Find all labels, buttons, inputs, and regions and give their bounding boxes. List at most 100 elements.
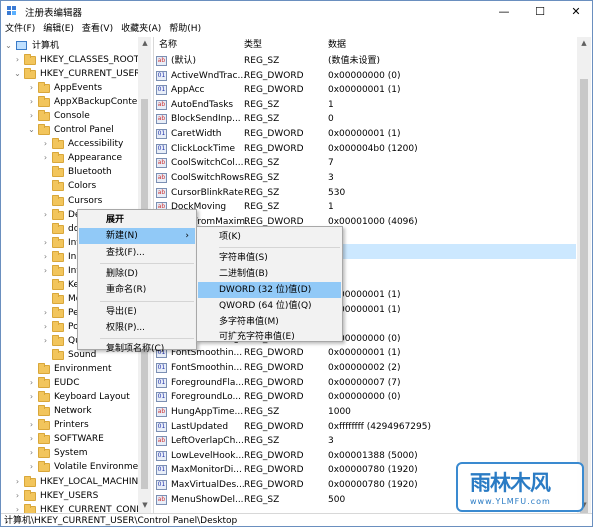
value-row[interactable]: ab CursorBlinkRate REG_SZ 530 <box>156 186 576 201</box>
value-row[interactable]: ab AutoEndTasks REG_SZ 1 <box>156 98 576 113</box>
folder-icon <box>38 124 50 136</box>
expand-icon[interactable]: › <box>41 137 50 151</box>
expand-icon[interactable]: › <box>27 376 36 390</box>
menu-item[interactable]: DWORD (32 位)值(D) <box>198 281 341 298</box>
collapse-icon[interactable]: ⌄ <box>4 39 13 53</box>
expand-icon[interactable]: › <box>27 109 36 123</box>
value-name: CoolSwitchRows <box>171 172 244 183</box>
expand-icon[interactable] <box>41 292 50 306</box>
expand-icon[interactable]: › <box>41 236 50 250</box>
expand-icon[interactable] <box>27 404 36 418</box>
menu-item[interactable]: 查找(F)... <box>79 245 195 261</box>
value-row[interactable]: 01 ActiveWndTrac... REG_DWORD 0x00000000 (0… <box>156 69 576 84</box>
menu-item[interactable]: 权限(P)... <box>79 320 195 336</box>
list-scroll-thumb[interactable] <box>580 79 588 519</box>
expand-icon[interactable]: › <box>13 475 22 489</box>
list-scrollbar[interactable]: ▲ ▼ <box>577 37 591 519</box>
value-row[interactable]: ab CoolSwitchRows REG_SZ 3 <box>156 171 576 186</box>
expand-icon[interactable]: › <box>41 334 50 348</box>
menu-item[interactable]: 新建(N) › <box>79 228 195 245</box>
value-data: 530 <box>328 187 346 198</box>
menu-item[interactable]: QWORD (64 位)值(Q) <box>198 298 341 314</box>
folder-icon <box>52 292 64 304</box>
expand-icon[interactable]: › <box>13 53 22 67</box>
column-header-type[interactable]: 类型 <box>244 37 262 54</box>
scroll-up-arrow-icon[interactable]: ▲ <box>577 39 591 47</box>
value-row[interactable]: 01 ForegroundFla... REG_DWORD 0x00000007 (7… <box>156 376 576 391</box>
folder-icon <box>52 306 64 318</box>
close-button[interactable]: ✕ <box>558 1 592 22</box>
value-row[interactable]: ab DockMoving REG_SZ 1 <box>156 200 576 215</box>
expand-icon[interactable]: › <box>27 95 36 109</box>
expand-icon[interactable] <box>27 362 36 376</box>
value-row[interactable]: ab CoolSwitchCol... REG_SZ 7 <box>156 156 576 171</box>
value-type: REG_DWORD <box>244 129 304 140</box>
value-row[interactable]: ab LeftOverlapCh... REG_SZ 3 <box>156 434 576 449</box>
expand-icon[interactable]: › <box>41 306 50 320</box>
menu-item[interactable]: 重命名(R) <box>79 282 195 298</box>
value-row[interactable]: ab (默认) REG_SZ (数值未设置) <box>156 54 576 69</box>
expand-icon[interactable]: › <box>27 446 36 460</box>
expand-icon[interactable]: › <box>27 418 36 432</box>
expand-icon[interactable] <box>41 194 50 208</box>
menu-item[interactable]: 二进制值(B) <box>198 266 341 282</box>
menu-item[interactable]: 可扩充字符串值(E) <box>198 329 341 345</box>
expand-icon[interactable]: › <box>27 81 36 95</box>
collapse-icon[interactable]: ⌄ <box>27 123 36 137</box>
scroll-down-arrow-icon[interactable]: ▼ <box>138 501 152 509</box>
value-name: LowLevelHook... <box>171 450 245 461</box>
menu-item[interactable]: 字符串值(S) <box>198 250 341 266</box>
tree-context-menu: 展开 新建(N) › 查找(F)... 删除(D) 重命名(R) 导出(E) 权限(P)...… <box>77 209 197 354</box>
value-row[interactable]: 01 FontSmoothin... REG_DWORD 0x00000002 (2) <box>156 361 576 376</box>
minimize-button[interactable]: — <box>486 1 522 22</box>
value-row[interactable]: ab HungAppTime... REG_SZ 1000 <box>156 405 576 420</box>
menu-item[interactable]: 展开 <box>79 212 195 228</box>
expand-icon[interactable]: › <box>41 320 50 334</box>
value-name: LastUpdated <box>171 421 229 432</box>
menu-edit[interactable]: 编辑(E) <box>39 22 78 36</box>
value-row[interactable]: 01 CaretWidth REG_DWORD 0x00000001 (1) <box>156 127 576 142</box>
expand-icon[interactable] <box>41 165 50 179</box>
maximize-button[interactable]: ☐ <box>522 1 558 22</box>
menu-item[interactable]: 项(K) <box>198 229 341 245</box>
expand-icon[interactable]: › <box>41 208 50 222</box>
value-row[interactable]: 01 ClickLockTime REG_DWORD 0x000004b0 (1200… <box>156 142 576 157</box>
expand-icon[interactable] <box>41 179 50 193</box>
expand-icon[interactable] <box>41 222 50 236</box>
value-data: (数值未设置) <box>328 56 381 66</box>
value-name: HungAppTime... <box>171 406 244 417</box>
column-header-data[interactable]: 数据 <box>328 37 346 54</box>
menu-help[interactable]: 帮助(H) <box>165 22 205 36</box>
scroll-up-arrow-icon[interactable]: ▲ <box>138 39 152 47</box>
binary-value-icon: 01 <box>156 421 167 432</box>
menu-item[interactable]: 复制项名称(C) <box>79 341 195 357</box>
collapse-icon[interactable]: ⌄ <box>13 67 22 81</box>
binary-value-icon: 01 <box>156 129 167 140</box>
expand-icon[interactable]: › <box>27 390 36 404</box>
menu-item[interactable]: 导出(E) <box>79 304 195 320</box>
value-type: REG_DWORD <box>244 70 304 81</box>
expand-icon[interactable]: › <box>41 264 50 278</box>
menu-favorites[interactable]: 收藏夹(A) <box>117 22 165 36</box>
value-row[interactable]: ab BlockSendInp... REG_SZ 0 <box>156 112 576 127</box>
menu-item[interactable]: 删除(D) <box>79 266 195 282</box>
expand-icon[interactable]: › <box>13 503 22 513</box>
expand-icon[interactable]: › <box>41 250 50 264</box>
column-header-name[interactable]: 名称 <box>159 37 177 54</box>
expand-icon[interactable]: › <box>41 151 50 165</box>
value-row[interactable]: 01 FontSmoothin... REG_DWORD 0x00000001 (1) <box>156 346 576 361</box>
value-row[interactable]: 01 LastUpdated REG_DWORD 0xffffffff (429496… <box>156 420 576 435</box>
value-row[interactable]: 01 AppAcc REG_DWORD 0x00000001 (1) <box>156 83 576 98</box>
expand-icon[interactable]: › <box>27 460 36 474</box>
expand-icon[interactable]: › <box>27 432 36 446</box>
value-type: REG_SZ <box>244 114 280 125</box>
tree-root-label: 计算机 <box>32 41 60 51</box>
value-row[interactable]: 01 ForegroundLo... REG_DWORD 0x00000000 (0) <box>156 390 576 405</box>
expand-icon[interactable] <box>41 348 50 362</box>
menu-item[interactable]: 多字符串值(M) <box>198 314 341 330</box>
menu-view[interactable]: 查看(V) <box>78 22 117 36</box>
expand-icon[interactable] <box>41 278 50 292</box>
menu-file[interactable]: 文件(F) <box>1 22 39 36</box>
expand-icon[interactable]: › <box>13 489 22 503</box>
tree-item-label: HKEY_CURRENT_USER <box>40 69 141 80</box>
